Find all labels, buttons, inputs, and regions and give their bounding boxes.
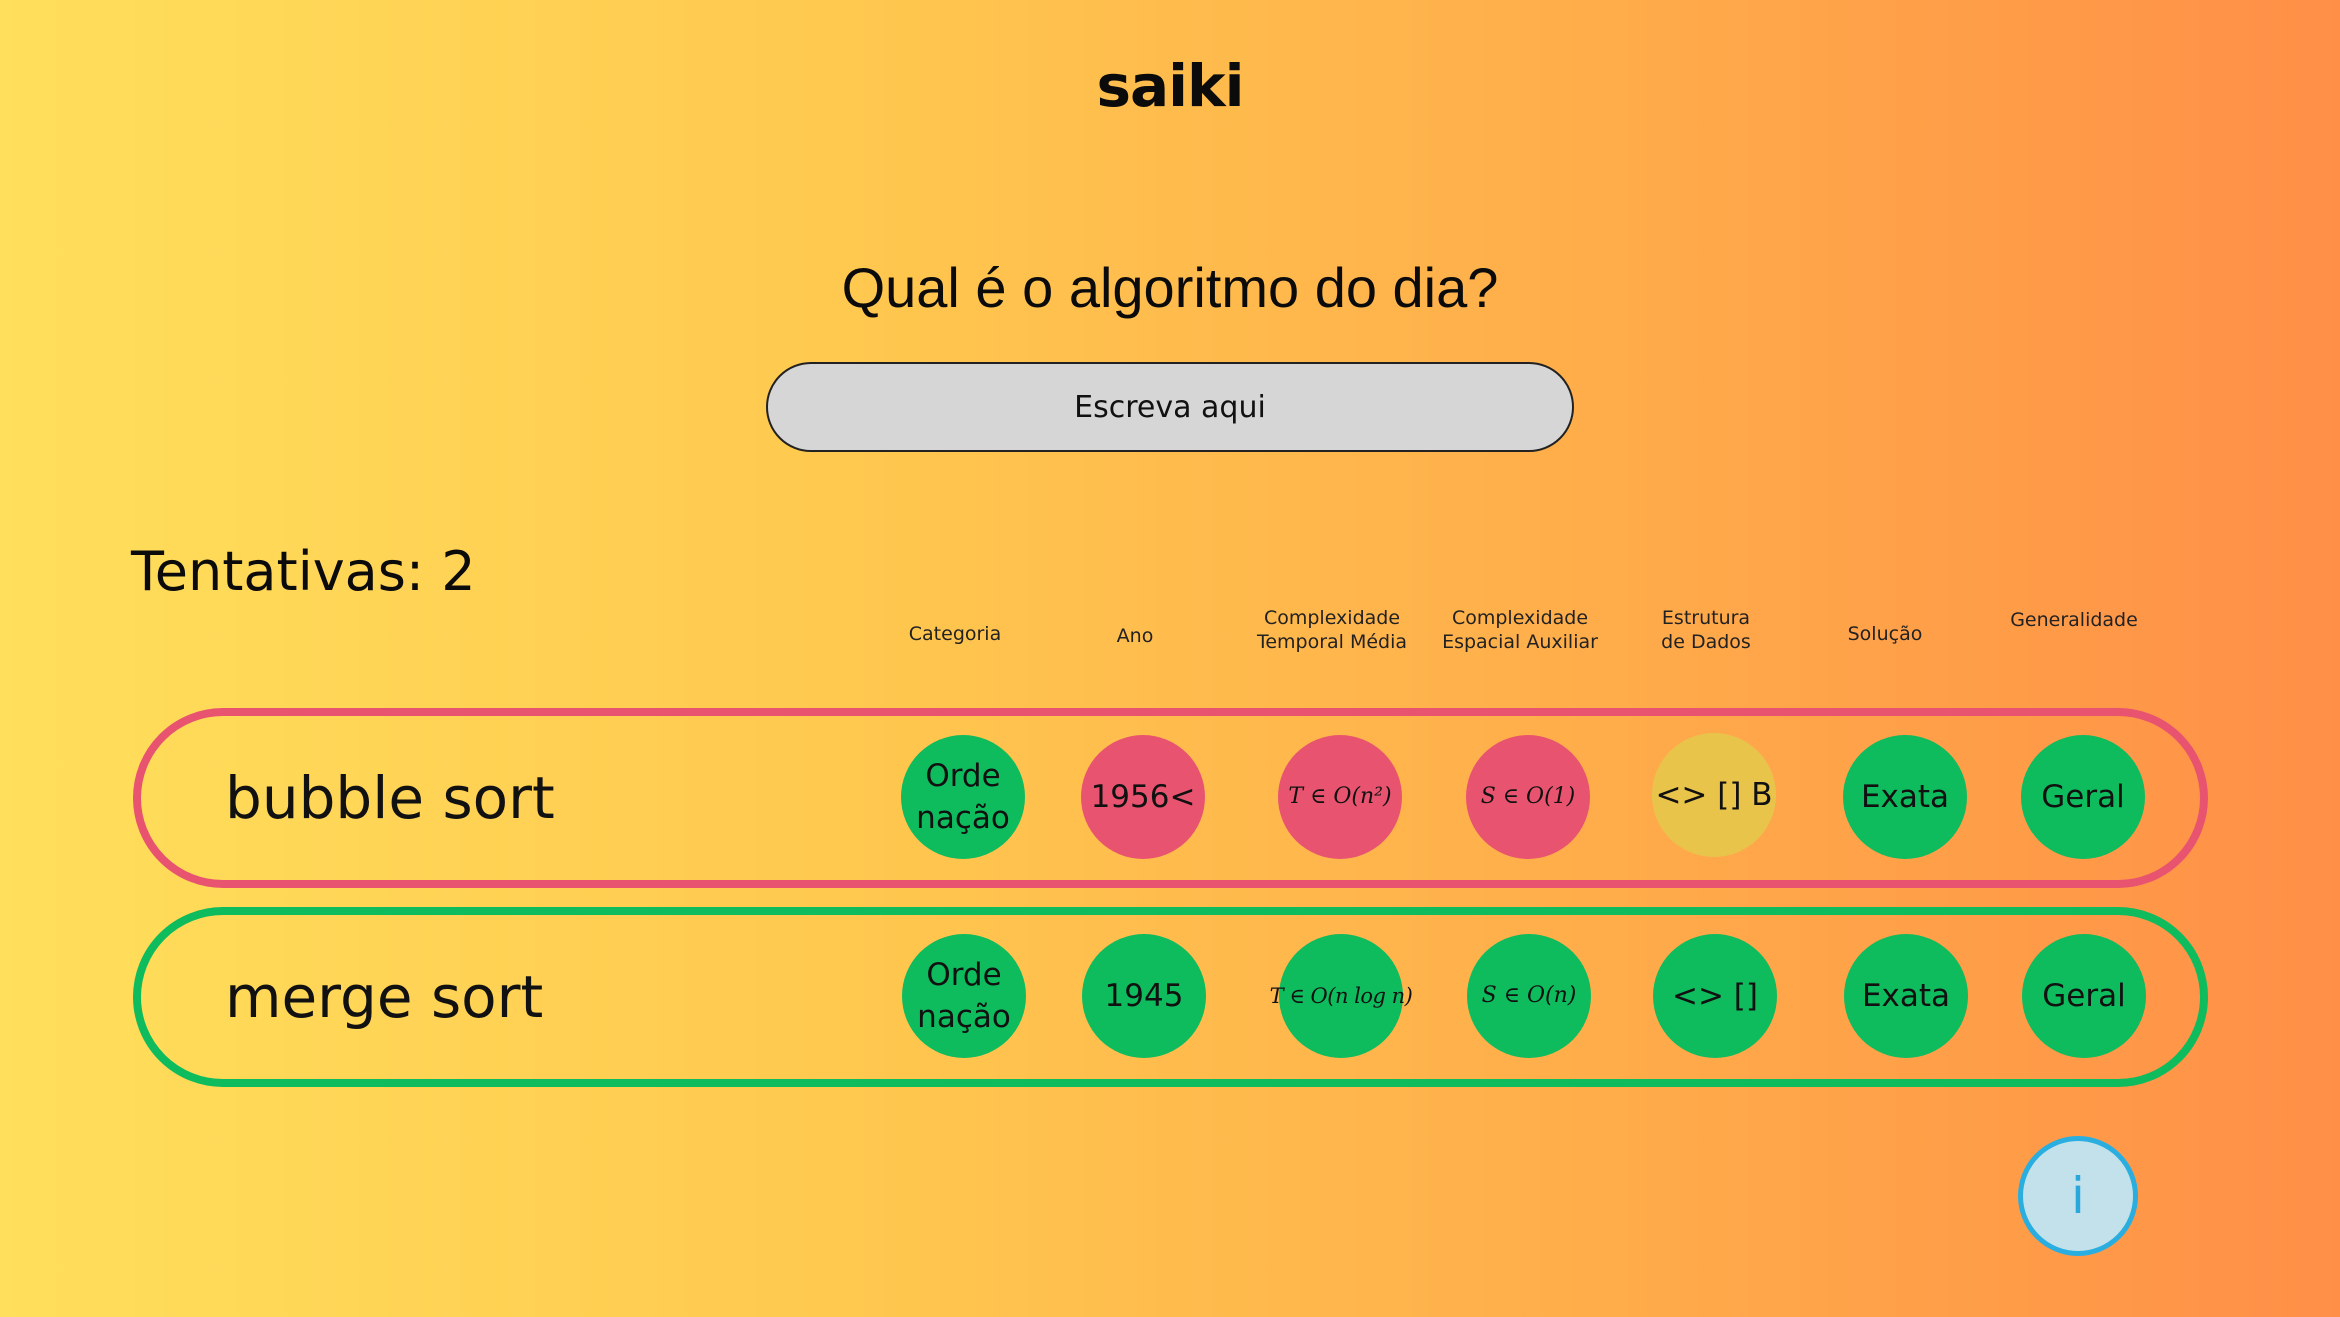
column-header-complexidade-temporal: Complexidade Temporal Média — [1256, 607, 1408, 653]
cell-complexidade-temporal: T ∈ O(n log n) — [1270, 934, 1413, 1058]
guess-name: merge sort — [225, 963, 544, 1031]
column-header-estrutura-dados: Estrutura de Dados — [1661, 607, 1751, 653]
cell-solucao: Exata — [1843, 735, 1967, 859]
page-question: Qual é o algoritmo do dia? — [841, 256, 1499, 319]
cell-ano: 1956< — [1081, 735, 1205, 859]
cell-generalidade: Geral — [2022, 934, 2146, 1058]
column-header-complexidade-espacial: Complexidade Espacial Auxiliar — [1442, 607, 1598, 653]
cell-generalidade: Geral — [2021, 735, 2145, 859]
cell-ano: 1945 — [1082, 934, 1206, 1058]
cell-complexidade-espacial: S ∈ O(1) — [1466, 735, 1590, 859]
cell-estrutura-dados: <> [] B — [1652, 733, 1776, 857]
guess-input[interactable] — [766, 362, 1574, 452]
cell-categoria: Orde nação — [902, 934, 1026, 1058]
cell-categoria: Orde nação — [901, 735, 1025, 859]
column-header-categoria: Categoria — [908, 623, 1002, 645]
guess-row-merge-sort: merge sort Orde nação 1945 T ∈ O(n log n… — [133, 907, 2208, 1087]
column-header-solucao: Solução — [1847, 623, 1923, 645]
guess-row-bubble-sort: bubble sort Orde nação 1956< T ∈ O(n²) S… — [133, 708, 2208, 888]
info-button[interactable]: i — [2018, 1136, 2138, 1256]
cell-complexidade-espacial: S ∈ O(n) — [1467, 934, 1591, 1058]
cell-estrutura-dados: <> [] — [1653, 934, 1777, 1058]
attempts-counter: Tentativas: 2 — [131, 540, 476, 603]
cell-complexidade-temporal: T ∈ O(n²) — [1278, 735, 1402, 859]
column-header-ano: Ano — [1116, 625, 1154, 647]
guess-name: bubble sort — [225, 764, 555, 832]
column-header-generalidade: Generalidade — [2010, 609, 2138, 631]
cell-solucao: Exata — [1844, 934, 1968, 1058]
app-logo: saiki — [1096, 52, 1245, 120]
